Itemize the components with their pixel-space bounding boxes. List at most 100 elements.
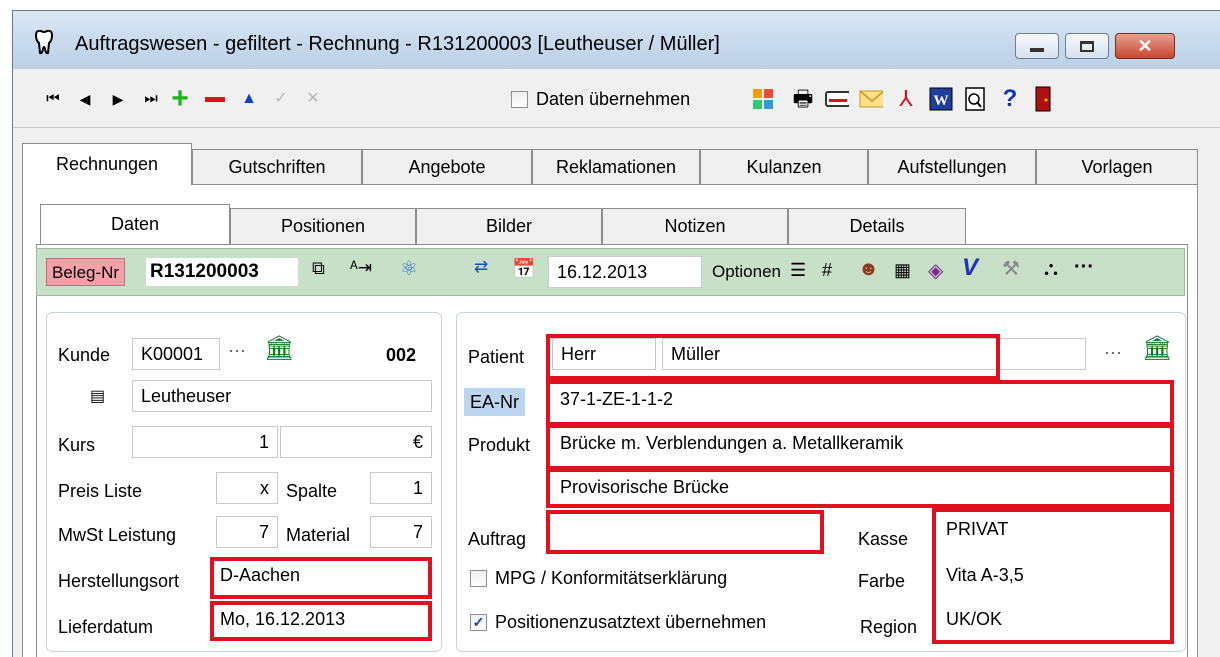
eanr-field[interactable]: 37-1-ZE-1-1-2 (552, 384, 1168, 416)
hash-icon[interactable]: # (822, 260, 832, 281)
close-icon: ✕ (1137, 35, 1153, 56)
tab-label: Daten (110, 214, 160, 234)
checkbox-box[interactable] (511, 91, 528, 108)
tab-label: Angebote (408, 157, 486, 177)
minimize-button[interactable] (1015, 33, 1059, 59)
beleg-nr-label: Beleg-Nr (46, 258, 126, 286)
mpg-label: MPG / Konformitätserklärung (495, 568, 728, 588)
copy-icon[interactable]: ⧉ (312, 258, 325, 279)
positionenzusatztext-label: Positionenzusatztext übernehmen (495, 612, 767, 632)
material-field[interactable]: 7 (370, 516, 432, 548)
tab-reklamationen[interactable]: Reklamationen (532, 149, 700, 185)
text-edit-icon[interactable]: ᴬ⇥ (350, 258, 372, 278)
beleg-nr-value[interactable]: R131200003 (146, 258, 298, 286)
positionenzusatztext-checkbox[interactable]: ✓ Positionenzusatztext übernehmen (470, 612, 766, 633)
kasse-label: Kasse (858, 529, 909, 549)
exit-icon[interactable] (1031, 86, 1055, 112)
mwst-field[interactable]: 7 (216, 516, 278, 548)
tab-label: Vorlagen (1081, 157, 1153, 177)
mpg-checkbox-box[interactable] (470, 570, 487, 587)
tab-angebote[interactable]: Angebote (362, 149, 532, 185)
region-field[interactable]: UK/OK (938, 604, 1166, 636)
cancel-icon: ✕ (306, 90, 320, 107)
kurs-field[interactable]: 1 (132, 426, 278, 458)
toolbar: ⏮ ◀ ▶ ⏭ + ▲ ✓ ✕ Daten übernehmen 🖶 ⅄ W ? (13, 73, 1220, 125)
tab-label: Positionen (280, 216, 366, 236)
tab-details[interactable]: Details (788, 208, 966, 244)
farbe-field[interactable]: Vita A-3,5 (938, 560, 1166, 592)
daten-uebernehmen-checkbox[interactable]: Daten übernehmen (511, 89, 690, 110)
kasse-field[interactable]: PRIVAT (938, 514, 1166, 546)
optionen-label[interactable]: Optionen (712, 262, 781, 282)
apps-icon[interactable] (751, 87, 775, 111)
tab-label: Gutschriften (228, 157, 326, 177)
tab-aufstellungen[interactable]: Aufstellungen (868, 149, 1036, 185)
mail-icon[interactable] (859, 87, 883, 111)
up-icon[interactable]: ▲ (237, 87, 261, 111)
tab-rechnungen[interactable]: Rechnungen (22, 143, 192, 185)
tab-gutschriften[interactable]: Gutschriften (192, 149, 362, 185)
patient-label: Patient (468, 347, 525, 367)
produkt-label: Produkt (468, 435, 531, 455)
preisliste-field[interactable]: x (216, 472, 278, 504)
close-button[interactable]: ✕ (1115, 33, 1175, 59)
auftrag-field[interactable] (552, 516, 820, 548)
print-icon[interactable]: 🖶 (791, 87, 815, 111)
person-icon[interactable]: ☻ (858, 258, 879, 281)
tab-notizen[interactable]: Notizen (602, 208, 788, 244)
title-bar[interactable]: Auftragswesen - gefiltert - Rechnung - R… (13, 11, 1220, 69)
first-icon[interactable]: ⏮ (41, 87, 65, 111)
patient-more-button[interactable]: ··· (1104, 342, 1122, 363)
herstellungsort-field[interactable]: D-Aachen (212, 560, 432, 592)
list-icon[interactable]: ☰ (790, 260, 806, 281)
preview-icon[interactable] (963, 87, 987, 111)
patient-column-icon[interactable]: 🏛 (1142, 334, 1172, 363)
swap-icon[interactable]: ⇄ (474, 257, 488, 277)
kunde-more-button[interactable]: ··· (228, 340, 246, 361)
mwst-label: MwSt Leistung (58, 525, 177, 545)
currency-field[interactable]: € (280, 426, 432, 458)
tab-kulanzen[interactable]: Kulanzen (700, 149, 868, 185)
kunde-field[interactable]: K00001 (132, 338, 220, 370)
prev-icon[interactable]: ◀ (73, 87, 97, 111)
spalte-label: Spalte (286, 481, 338, 501)
auftrag-label: Auftrag (468, 529, 527, 549)
maximize-button[interactable] (1065, 33, 1109, 59)
lieferdatum-field[interactable]: Mo, 16.12.2013 (212, 604, 432, 636)
word-icon[interactable]: W (929, 87, 953, 111)
patient-anrede-field[interactable]: Herr (552, 338, 656, 370)
confirm-icon: ✓ (274, 90, 288, 107)
book-icon[interactable]: ◈ (928, 258, 943, 283)
delete-icon[interactable] (203, 87, 227, 111)
binoculars-icon[interactable]: ⛬ (1044, 258, 1058, 281)
check-v-icon[interactable]: V (962, 254, 978, 282)
mpg-checkbox[interactable]: MPG / Konformitätserklärung (470, 568, 727, 589)
last-icon[interactable]: ⏭ (139, 87, 163, 111)
note-icon[interactable]: ▤ (90, 386, 105, 406)
kunde-name-field[interactable]: Leutheuser (132, 380, 432, 412)
produkt-field-2[interactable]: Provisorische Brücke (552, 472, 1168, 504)
tab-daten[interactable]: Daten (40, 204, 230, 244)
add-icon[interactable]: + (168, 84, 192, 114)
help-icon[interactable]: ? (998, 87, 1022, 111)
atom-icon[interactable]: ⚛ (400, 256, 418, 281)
spalte-field[interactable]: 1 (370, 472, 432, 504)
calendar-icon[interactable]: 📅 (512, 257, 536, 281)
tab-vorlagen[interactable]: Vorlagen (1036, 149, 1198, 185)
card-icon[interactable] (825, 87, 849, 111)
patient-name-field[interactable]: Müller (662, 338, 1086, 370)
kunde-label: Kunde (58, 345, 111, 365)
column-icon[interactable]: 🏛 (264, 334, 294, 363)
checkmark-icon[interactable]: ✓ (470, 614, 487, 631)
produkt-field-1[interactable]: Brücke m. Verblendungen a. Metallkeramik (552, 428, 1168, 460)
more-icon[interactable]: ··· (1074, 256, 1094, 279)
pdf-icon[interactable]: ⅄ (894, 87, 918, 111)
beleg-date-field[interactable]: 16.12.2013 (548, 256, 702, 288)
tab-positionen[interactable]: Positionen (230, 208, 416, 244)
farbe-label: Farbe (858, 571, 906, 591)
grid-icon[interactable]: ▦ (894, 260, 911, 281)
tool-icon[interactable]: ⚒ (1002, 256, 1020, 281)
next-icon[interactable]: ▶ (106, 87, 130, 111)
daten-uebernehmen-label: Daten übernehmen (536, 89, 691, 109)
tab-bilder[interactable]: Bilder (416, 208, 602, 244)
